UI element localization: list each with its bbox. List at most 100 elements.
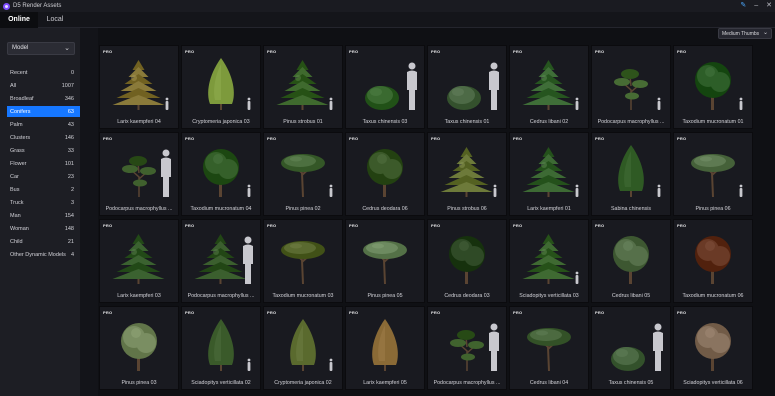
category-count: 2 (70, 186, 74, 193)
asset-thumbnail (691, 154, 743, 198)
tree-icon (112, 60, 165, 110)
asset-card[interactable]: PRO Sabina chinensis (591, 132, 671, 216)
asset-thumbnail (208, 58, 251, 110)
asset-thumbnail (276, 60, 333, 110)
sidebar-category-item[interactable]: Child 21 (7, 236, 80, 247)
asset-card[interactable]: PRO Cryptomeria japonica 03 (181, 45, 261, 129)
category-label: Broadleaf (10, 95, 34, 102)
asset-card[interactable]: PRO Sciadopitys verticillata 03 (509, 219, 589, 303)
model-type-select[interactable]: Model ⌄ (7, 42, 75, 55)
pro-badge: PRO (677, 136, 687, 141)
asset-card[interactable]: PRO Cedrus libani 05 (591, 219, 671, 303)
sidebar-category-item[interactable]: Man 154 (7, 210, 80, 221)
asset-name: Taxodium mucronatum 06 (682, 293, 744, 299)
asset-card[interactable]: PRO Pinus pinea 05 (345, 219, 425, 303)
sidebar-category-item[interactable]: Grass 33 (7, 145, 80, 156)
sidebar-category-item[interactable]: Broadleaf 346 (7, 93, 80, 104)
sidebar-category-item[interactable]: Recent 0 (7, 67, 80, 78)
asset-card[interactable]: PRO Pinus pinea 02 (263, 132, 343, 216)
tree-icon (695, 236, 731, 284)
tab-online[interactable]: Online (0, 12, 38, 28)
asset-thumbnail (290, 319, 333, 371)
asset-card[interactable]: PRO Sciadopitys verticillata 06 (673, 306, 753, 390)
asset-card[interactable]: PRO Podocarpus macrophyllus ... (591, 45, 671, 129)
sidebar-category-item[interactable]: Car 23 (7, 171, 80, 182)
asset-card[interactable]: PRO Pinus strobus 06 (427, 132, 507, 216)
sidebar-category-item[interactable]: All 1007 (7, 80, 80, 91)
sidebar-category-item[interactable]: Truck 3 (7, 197, 80, 208)
asset-thumbnail (372, 319, 398, 371)
asset-card[interactable]: PRO Pinus strobus 01 (263, 45, 343, 129)
category-count: 154 (64, 212, 74, 219)
scroll-gutter (80, 28, 98, 396)
asset-card[interactable]: PRO Pinus pinea 03 (99, 306, 179, 390)
pro-badge: PRO (185, 310, 195, 315)
asset-card[interactable]: PRO Sciadopitys verticillata 02 (181, 306, 261, 390)
tree-icon (203, 149, 239, 197)
asset-card[interactable]: PRO Taxus chinensis 03 (345, 45, 425, 129)
asset-name: Cedrus deodara 03 (444, 293, 490, 299)
sidebar-category-item[interactable]: Conifers 63 (7, 106, 80, 117)
asset-name: Larix kaempferi 03 (117, 293, 161, 299)
asset-thumbnail (440, 147, 497, 197)
asset-grid-panel: Medium Thumbs ⌄ PRO Larix kaempferi 04 PRO… (98, 28, 775, 396)
asset-thumbnail (121, 323, 157, 371)
thumbnail-size-select[interactable]: Medium Thumbs ⌄ (718, 28, 772, 39)
asset-thumbnail (695, 236, 731, 284)
asset-card[interactable]: PRO Taxodium mucronatum 06 (673, 219, 753, 303)
asset-name: Pinus pinea 02 (285, 206, 321, 212)
sidebar-category-item[interactable]: Clusters 146 (7, 132, 80, 143)
asset-card[interactable]: PRO Cedrus deodara 03 (427, 219, 507, 303)
pro-badge: PRO (677, 310, 687, 315)
sidebar-category-item[interactable]: Other Dynamic Models 4 (7, 249, 80, 260)
tree-icon (449, 236, 485, 284)
asset-name: Pinus pinea 05 (367, 293, 403, 299)
asset-card[interactable]: PRO Podocarpus macrophyllus ... (99, 132, 179, 216)
sidebar-category-item[interactable]: Flower 101 (7, 158, 80, 169)
asset-card[interactable]: PRO Cedrus libani 02 (509, 45, 589, 129)
person-scale-icon (489, 62, 499, 110)
sidebar-category-item[interactable]: Woman 148 (7, 223, 80, 234)
asset-card[interactable]: PRO Cryptomeria japonica 02 (263, 306, 343, 390)
asset-card[interactable]: PRO Larix kaempferi 01 (509, 132, 589, 216)
tab-local[interactable]: Local (38, 12, 72, 28)
pro-badge: PRO (185, 136, 195, 141)
person-scale-icon (247, 184, 251, 197)
pro-badge: PRO (267, 49, 277, 54)
close-icon[interactable]: ✕ (766, 0, 772, 12)
person-scale-icon (329, 184, 333, 197)
asset-card[interactable]: PRO Larix kaempferi 03 (99, 219, 179, 303)
asset-thumbnail (614, 69, 661, 110)
asset-thumbnail (522, 60, 579, 110)
category-label: Grass (10, 147, 25, 154)
asset-thumbnail (281, 241, 325, 285)
chevron-down-icon: ⌄ (762, 30, 768, 36)
sidebar-category-item[interactable]: Bus 2 (7, 184, 80, 195)
asset-card[interactable]: PRO Taxodium mucronatum 04 (181, 132, 261, 216)
pin-icon[interactable]: ✎ (740, 0, 746, 12)
sidebar-category-item[interactable]: Palm 43 (7, 119, 80, 130)
asset-card[interactable]: PRO Cedrus libani 04 (509, 306, 589, 390)
asset-card[interactable]: PRO Podocarpus macrophyllus ... (427, 306, 507, 390)
pro-badge: PRO (595, 136, 605, 141)
person-scale-icon (575, 271, 579, 284)
pro-badge: PRO (267, 223, 277, 228)
asset-name: Cedrus deodara 06 (362, 206, 408, 212)
asset-card[interactable]: PRO Taxus chinensis 05 (591, 306, 671, 390)
asset-card[interactable]: PRO Taxodium mucronatum 03 (263, 219, 343, 303)
pro-badge: PRO (185, 49, 195, 54)
minimize-icon[interactable]: – (754, 0, 758, 12)
asset-card[interactable]: PRO Taxodium mucronatum 01 (673, 45, 753, 129)
asset-card[interactable]: PRO Podocarpus macrophyllus ... (181, 219, 261, 303)
thumbnail-size-label: Medium Thumbs (722, 31, 760, 37)
asset-thumbnail (522, 234, 579, 284)
asset-card[interactable]: PRO Pinus pinea 06 (673, 132, 753, 216)
asset-name: Pinus strobus 06 (447, 206, 487, 212)
asset-card[interactable]: PRO Larix kaempferi 05 (345, 306, 425, 390)
category-label: Conifers (10, 108, 31, 115)
asset-card[interactable]: PRO Larix kaempferi 04 (99, 45, 179, 129)
asset-card[interactable]: PRO Taxus chinensis 01 (427, 45, 507, 129)
category-count: 101 (64, 160, 74, 167)
pro-badge: PRO (513, 310, 523, 315)
asset-card[interactable]: PRO Cedrus deodara 06 (345, 132, 425, 216)
